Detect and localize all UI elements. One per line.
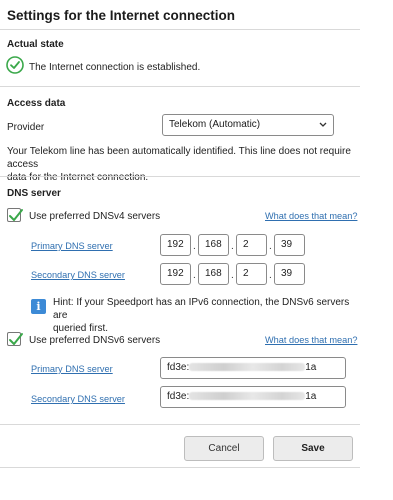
provider-select[interactable]: Telekom (Automatic) bbox=[162, 114, 334, 136]
title-divider bbox=[0, 29, 360, 30]
provider-description-line2: data for the Internet connection. bbox=[7, 172, 149, 183]
dnsv6-secondary-suffix: 1a bbox=[305, 391, 317, 402]
divider bbox=[0, 176, 360, 177]
divider bbox=[0, 467, 360, 468]
dnsv4-primary-octet-4[interactable]: 39 bbox=[274, 234, 305, 256]
dnsv4-help-link[interactable]: What does that mean? bbox=[265, 211, 357, 221]
dnsv4-primary-label[interactable]: Primary DNS server bbox=[31, 241, 113, 251]
dnsv4-secondary-octet-3[interactable]: 2 bbox=[236, 263, 267, 285]
divider bbox=[0, 86, 360, 87]
ip-dot: . bbox=[231, 241, 234, 252]
provider-label: Provider bbox=[7, 122, 45, 133]
dnsv4-checkbox-label: Use preferred DNSv4 servers bbox=[29, 211, 161, 222]
access-data-heading: Access data bbox=[7, 98, 66, 109]
checkmark-icon bbox=[9, 209, 23, 221]
dnsv6-hint-line1: Hint: If your Speedport has an IPv6 conn… bbox=[53, 297, 350, 321]
dnsv6-primary-input[interactable]: fd3e: 1a bbox=[160, 357, 346, 379]
dnsv6-secondary-input[interactable]: fd3e: 1a bbox=[160, 386, 346, 408]
connection-status-text: The Internet connection is established. bbox=[29, 62, 201, 73]
chevron-down-icon bbox=[319, 115, 327, 143]
page-title: Settings for the Internet connection bbox=[7, 8, 236, 23]
dns-server-heading: DNS server bbox=[7, 188, 61, 199]
dnsv6-primary-prefix: fd3e: bbox=[167, 362, 190, 373]
info-icon: i bbox=[31, 299, 46, 314]
save-button[interactable]: Save bbox=[273, 436, 353, 461]
dnsv6-checkbox[interactable] bbox=[7, 332, 23, 346]
dnsv4-secondary-octet-1[interactable]: 192 bbox=[160, 263, 191, 285]
checkmark-icon bbox=[9, 333, 23, 345]
dnsv4-primary-octet-1[interactable]: 192 bbox=[160, 234, 191, 256]
dnsv4-secondary-octet-2[interactable]: 168 bbox=[198, 263, 229, 285]
dnsv6-primary-label[interactable]: Primary DNS server bbox=[31, 364, 113, 374]
ip-dot: . bbox=[193, 270, 196, 281]
dnsv6-checkbox-label: Use preferred DNSv6 servers bbox=[29, 335, 161, 346]
divider bbox=[0, 424, 360, 425]
dnsv6-secondary-label[interactable]: Secondary DNS server bbox=[31, 394, 125, 404]
dnsv6-hint: Hint: If your Speedport has an IPv6 conn… bbox=[53, 296, 363, 335]
ip-dot: . bbox=[269, 270, 272, 281]
dnsv4-primary-octet-2[interactable]: 168 bbox=[198, 234, 229, 256]
cancel-button[interactable]: Cancel bbox=[184, 436, 264, 461]
dnsv6-help-link[interactable]: What does that mean? bbox=[265, 335, 357, 345]
actual-state-heading: Actual state bbox=[7, 39, 64, 50]
dnsv4-checkbox[interactable] bbox=[7, 208, 23, 222]
redacted-blur bbox=[189, 363, 306, 372]
ip-dot: . bbox=[193, 241, 196, 252]
redacted-blur bbox=[189, 392, 306, 401]
ip-dot: . bbox=[231, 270, 234, 281]
provider-select-value: Telekom (Automatic) bbox=[169, 119, 261, 130]
dnsv4-primary-octet-3[interactable]: 2 bbox=[236, 234, 267, 256]
dnsv6-secondary-prefix: fd3e: bbox=[167, 391, 190, 402]
dnsv6-primary-suffix: 1a bbox=[305, 362, 317, 373]
provider-description-line1: Your Telekom line has been automatically… bbox=[7, 146, 351, 170]
dnsv4-secondary-octet-4[interactable]: 39 bbox=[274, 263, 305, 285]
provider-description: Your Telekom line has been automatically… bbox=[7, 145, 367, 184]
dnsv4-secondary-label[interactable]: Secondary DNS server bbox=[31, 270, 125, 280]
ip-dot: . bbox=[269, 241, 272, 252]
check-circle-icon bbox=[6, 56, 24, 74]
